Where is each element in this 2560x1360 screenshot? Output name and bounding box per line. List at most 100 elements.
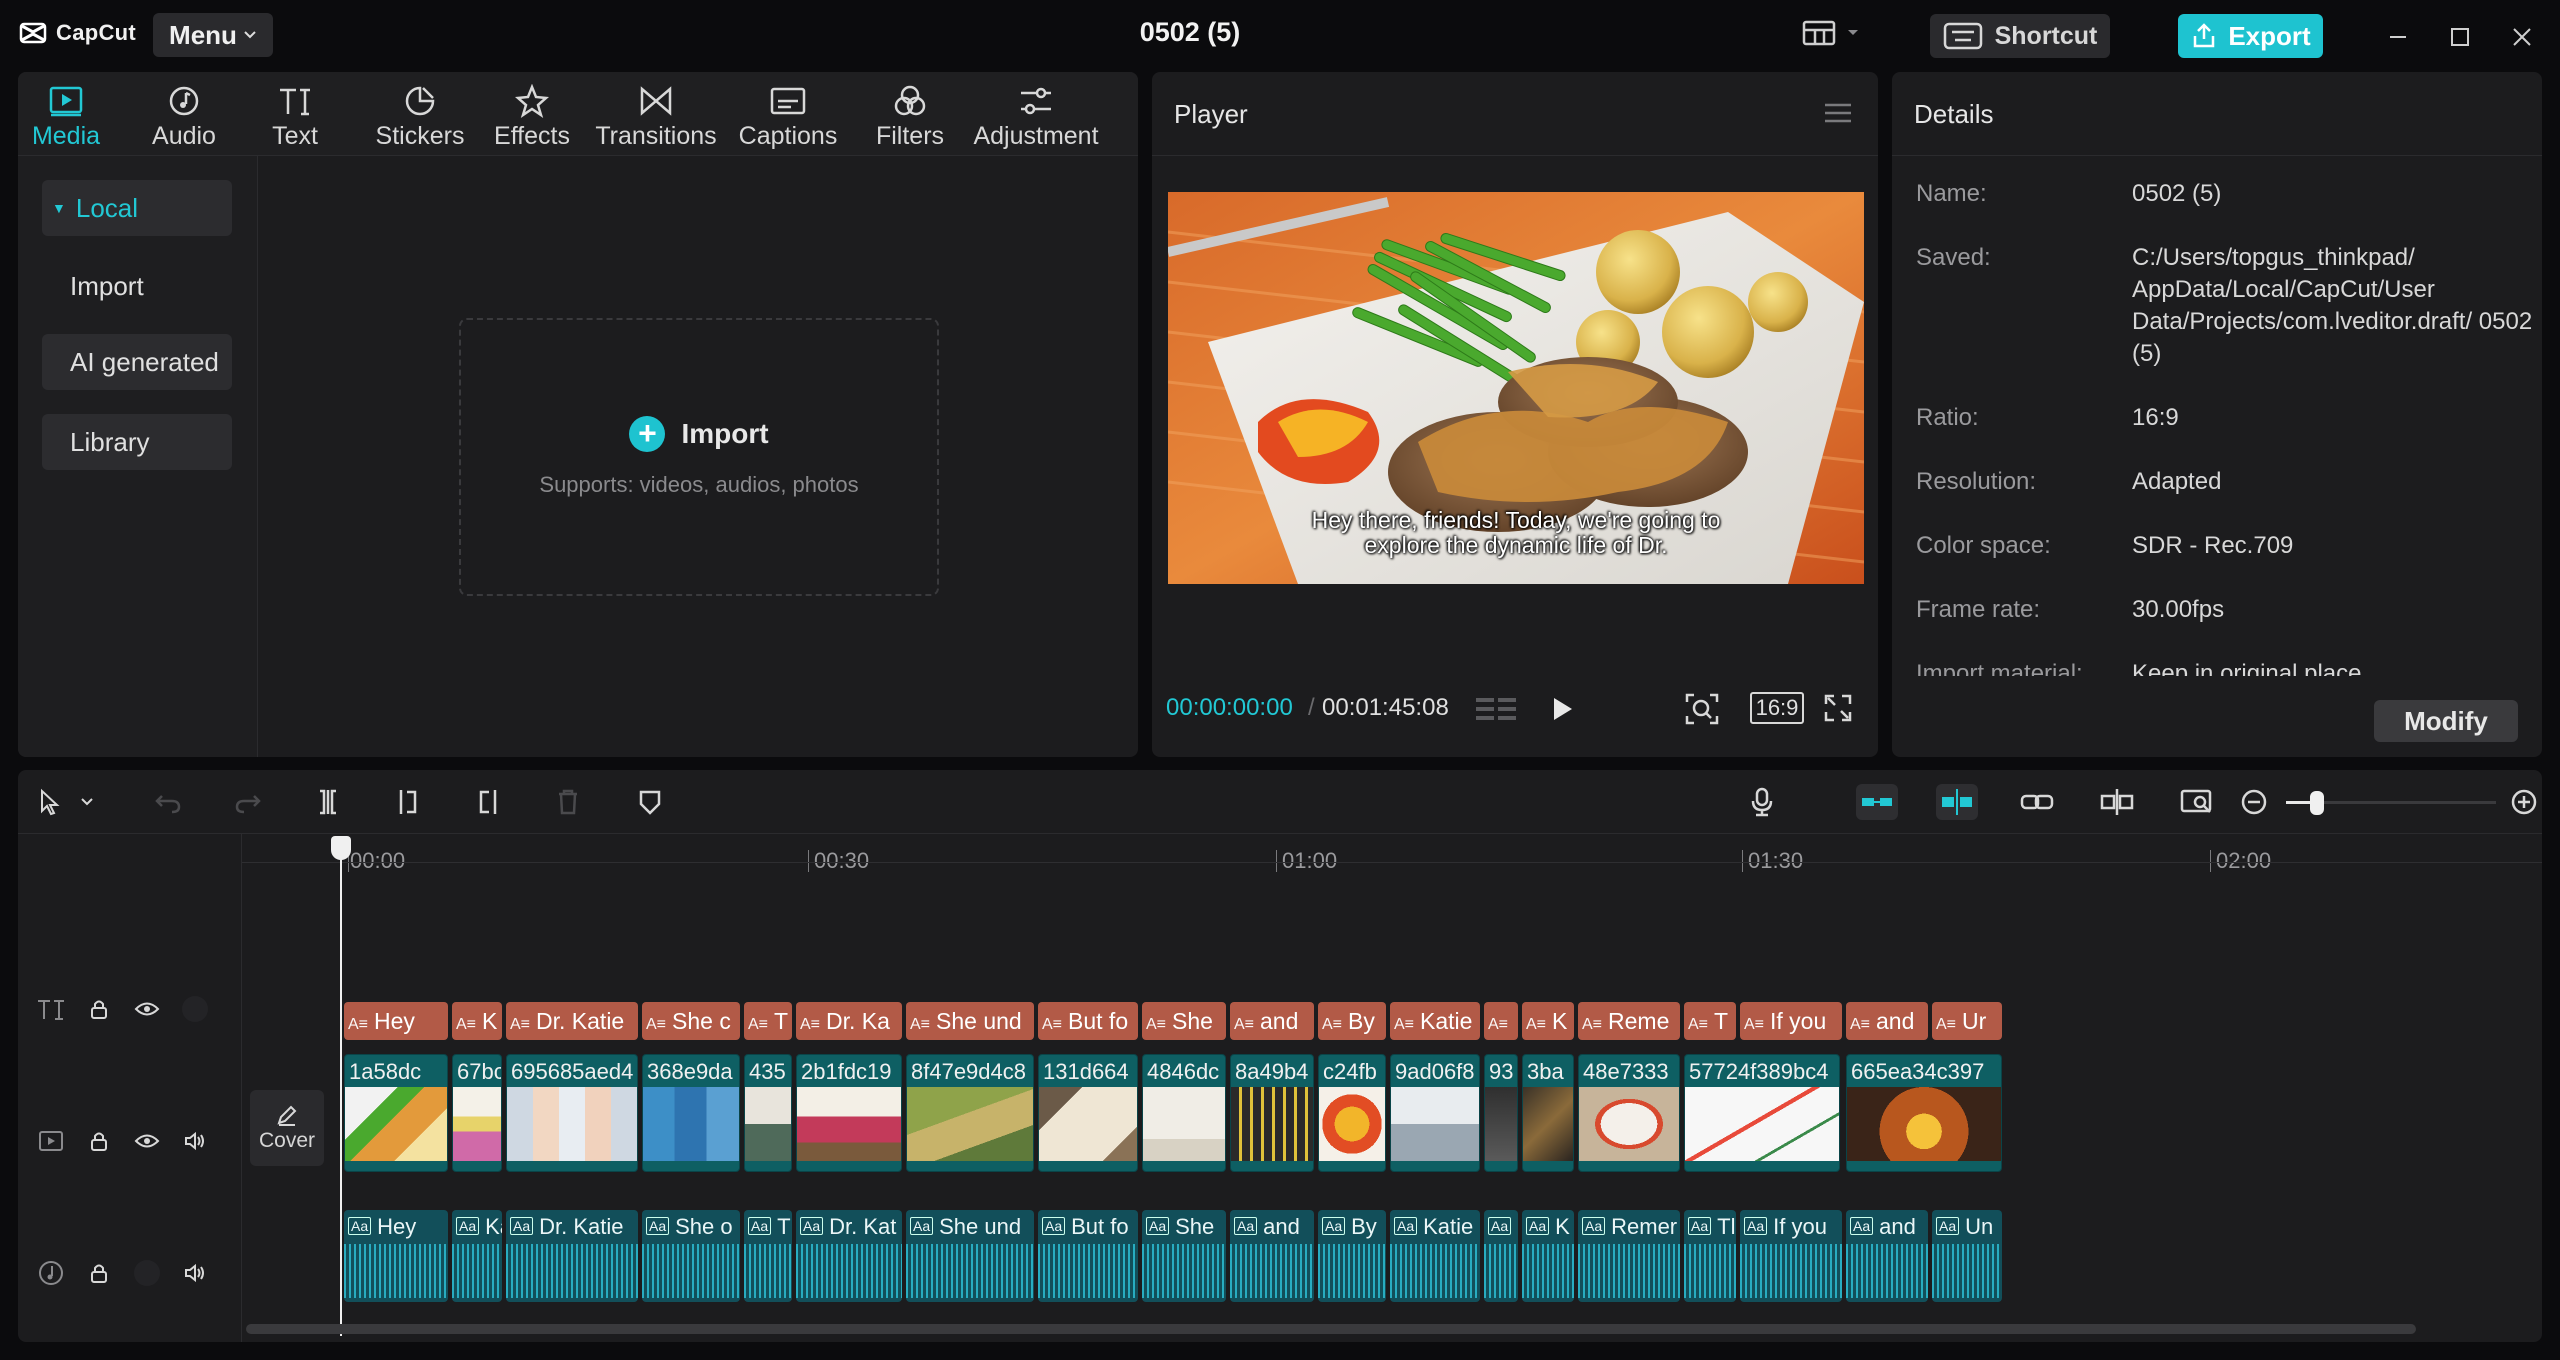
audio-clip[interactable]: Aa She und — [906, 1210, 1034, 1302]
audio-clip[interactable]: Aa She — [1142, 1210, 1226, 1302]
select-tool-dropdown[interactable] — [76, 784, 98, 820]
video-clip[interactable]: 9ad06f8 — [1390, 1054, 1480, 1172]
video-clip[interactable]: 1a58dc — [344, 1054, 448, 1172]
text-clip[interactable]: A≡ She c — [642, 1002, 740, 1040]
video-clip[interactable]: 4846dc — [1142, 1054, 1226, 1172]
text-clip[interactable]: A≡ T — [1684, 1002, 1736, 1040]
audio-clip[interactable]: Aa Katie — [1390, 1210, 1480, 1302]
tab-transitions[interactable]: Transitions — [594, 78, 718, 156]
split-button[interactable] — [310, 784, 346, 820]
video-clip[interactable]: 8f47e9d4c8 — [906, 1054, 1034, 1172]
tab-media[interactable]: Media — [28, 78, 104, 156]
import-button[interactable]: + Import — [629, 416, 769, 452]
audio-clip[interactable]: Aa T — [744, 1210, 792, 1302]
video-clip[interactable]: c24fb — [1318, 1054, 1386, 1172]
speaker-icon[interactable] — [180, 1258, 210, 1288]
video-clip[interactable]: 435 — [744, 1054, 792, 1172]
text-clip[interactable]: A≡ and — [1846, 1002, 1928, 1040]
playhead-line[interactable] — [340, 836, 342, 1336]
layout-button[interactable] — [1802, 20, 1860, 46]
playhead-handle[interactable] — [331, 836, 351, 860]
minimize-button[interactable] — [2378, 20, 2418, 54]
tab-captions[interactable]: Captions — [734, 78, 842, 156]
video-clip[interactable]: 131d664 — [1038, 1054, 1138, 1172]
zoom-slider-handle[interactable] — [2310, 791, 2324, 815]
delete-left-button[interactable] — [390, 784, 426, 820]
text-clip[interactable]: A≡ If you — [1740, 1002, 1842, 1040]
text-clip[interactable]: A≡ — [1484, 1002, 1518, 1040]
text-clip[interactable]: A≡ She und — [906, 1002, 1034, 1040]
video-clip[interactable]: 48e7333 — [1578, 1054, 1680, 1172]
video-clip[interactable]: 3ba — [1522, 1054, 1574, 1172]
cover-button[interactable]: Cover — [250, 1090, 324, 1166]
zoom-out-button[interactable] — [2236, 784, 2272, 820]
video-clip[interactable]: 695685aed4 — [506, 1054, 638, 1172]
fullscreen-icon[interactable] — [1822, 692, 1854, 724]
delete-right-button[interactable] — [470, 784, 506, 820]
frame-list-icon[interactable] — [1474, 694, 1520, 724]
video-clip[interactable]: 57724f389bc4 — [1684, 1054, 1840, 1172]
eye-icon[interactable] — [132, 994, 162, 1024]
menu-button[interactable]: Menu — [153, 13, 273, 57]
audio-clip[interactable]: Aa By — [1318, 1210, 1386, 1302]
audio-clip[interactable]: Aa But fo — [1038, 1210, 1138, 1302]
sidebar-item-ai-generated[interactable]: AI generated — [42, 334, 232, 390]
audio-clip[interactable]: Aa Dr. Kat — [796, 1210, 902, 1302]
hamburger-menu-icon[interactable] — [1824, 102, 1852, 124]
zoom-in-button[interactable] — [2506, 784, 2542, 820]
text-clip[interactable]: A≡ Reme — [1578, 1002, 1680, 1040]
marker-button[interactable] — [632, 784, 668, 820]
main-track-magnet-button[interactable] — [1856, 784, 1898, 820]
tab-adjustment[interactable]: Adjustment — [968, 78, 1104, 156]
audio-clip[interactable]: Aa Un — [1932, 1210, 2002, 1302]
text-clip[interactable]: A≡ Hey — [344, 1002, 448, 1040]
shortcut-button[interactable]: Shortcut — [1930, 14, 2110, 58]
audio-clip[interactable]: AaKa — [452, 1210, 502, 1302]
export-button[interactable]: Export — [2178, 14, 2323, 58]
close-button[interactable] — [2502, 20, 2542, 54]
video-clip[interactable]: 368e9da — [642, 1054, 740, 1172]
tab-effects[interactable]: Effects — [490, 78, 574, 156]
video-clip[interactable]: 2b1fdc19 — [796, 1054, 902, 1172]
lock-icon[interactable] — [84, 1258, 114, 1288]
audio-clip[interactable]: Aa K — [1522, 1210, 1574, 1302]
redo-button[interactable] — [230, 784, 266, 820]
sidebar-item-local[interactable]: ▼ Local — [42, 180, 232, 236]
timeline-preview-button[interactable] — [2176, 784, 2218, 820]
record-audio-button[interactable] — [1744, 784, 1780, 820]
text-clip[interactable]: A≡ Dr. Ka — [796, 1002, 902, 1040]
text-clip[interactable]: A≡ K — [452, 1002, 502, 1040]
tab-text[interactable]: Text — [263, 78, 327, 156]
video-clip[interactable]: 67bc — [452, 1054, 502, 1172]
zoom-slider-track[interactable] — [2286, 791, 2496, 815]
audio-clip[interactable]: Aa and — [1846, 1210, 1928, 1302]
text-clip[interactable]: A≡ But fo — [1038, 1002, 1138, 1040]
lock-icon[interactable] — [84, 1126, 114, 1156]
video-preview[interactable]: Hey there, friends! Today, we're going t… — [1168, 192, 1864, 584]
play-icon[interactable] — [1547, 694, 1577, 724]
audio-clip[interactable]: Aa If you — [1740, 1210, 1842, 1302]
audio-clip[interactable]: Aa — [1484, 1210, 1518, 1302]
fit-screen-icon[interactable] — [1684, 692, 1720, 726]
aspect-ratio-button[interactable]: 16:9 — [1750, 692, 1804, 724]
audio-clip[interactable]: Aa Hey — [344, 1210, 448, 1302]
delete-button[interactable] — [550, 784, 586, 820]
tab-audio[interactable]: Audio — [146, 78, 222, 156]
undo-button[interactable] — [150, 784, 186, 820]
import-dropzone[interactable]: + Import Supports: videos, audios, photo… — [459, 318, 939, 596]
video-clip[interactable]: 8a49b4 — [1230, 1054, 1314, 1172]
lock-icon[interactable] — [84, 994, 114, 1024]
sidebar-item-import[interactable]: Import — [42, 258, 232, 314]
maximize-button[interactable] — [2440, 20, 2480, 54]
video-clip[interactable]: 93 — [1484, 1054, 1518, 1172]
text-clip[interactable]: A≡ She — [1142, 1002, 1226, 1040]
text-clip[interactable]: A≡ By — [1318, 1002, 1386, 1040]
text-clip[interactable]: A≡ T — [744, 1002, 792, 1040]
audio-clip[interactable]: Aa and — [1230, 1210, 1314, 1302]
sidebar-item-library[interactable]: Library — [42, 414, 232, 470]
text-clip[interactable]: A≡ Katie — [1390, 1002, 1480, 1040]
speaker-icon[interactable] — [180, 1126, 210, 1156]
text-clip[interactable]: A≡ and — [1230, 1002, 1314, 1040]
audio-clip[interactable]: Aa Tl — [1684, 1210, 1736, 1302]
text-clip[interactable]: A≡ Ur — [1932, 1002, 2002, 1040]
